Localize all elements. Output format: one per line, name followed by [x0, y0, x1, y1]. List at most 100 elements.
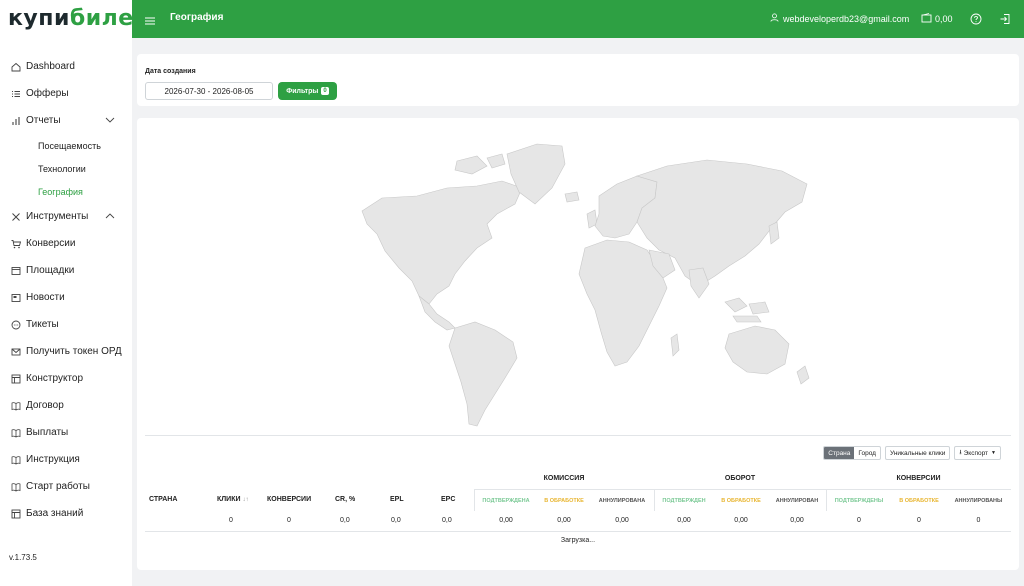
book-icon — [11, 455, 21, 465]
sidebar-item-payouts[interactable]: Выплаты — [0, 419, 132, 446]
total-epl: 0,0 — [391, 517, 401, 524]
sidebar-item-instruction[interactable]: Инструкция — [0, 446, 132, 473]
chevron-down-icon — [105, 116, 115, 127]
sidebar-item-label: Инструменты — [26, 211, 89, 222]
caret-down-icon: ▼ — [991, 450, 996, 456]
bar-chart-icon — [11, 116, 21, 126]
list-icon — [11, 89, 21, 99]
total-turnover-processing: 0,00 — [734, 517, 748, 524]
sidebar-item-tickets[interactable]: Тикеты — [0, 311, 132, 338]
sidebar-item-tools[interactable]: Инструменты — [0, 203, 132, 230]
world-map[interactable] — [337, 126, 817, 436]
help-icon[interactable] — [970, 12, 982, 30]
logo-part-1: купи — [8, 6, 70, 31]
total-turnover-confirmed: 0,00 — [677, 517, 691, 524]
col-commission-cancelled[interactable]: АННУЛИРОВАНА — [590, 498, 654, 504]
sidebar-item-dashboard[interactable]: Dashboard — [0, 53, 132, 80]
sidebar-item-label: Новости — [26, 292, 65, 303]
col-commission-processing[interactable]: В ОБРАБОТКЕ — [538, 498, 590, 504]
chevron-up-icon — [105, 212, 115, 223]
sidebar-item-ord-token[interactable]: Получить токен ОРД — [0, 338, 132, 365]
date-created-label: Дата создания — [145, 68, 196, 75]
mail-icon — [11, 347, 21, 357]
chat-icon — [11, 320, 21, 330]
sidebar-subitem-technologies[interactable]: Технологии — [0, 157, 132, 180]
total-commission-processing: 0,00 — [557, 517, 571, 524]
map-central-america — [418, 295, 456, 331]
group-by-city-button[interactable]: Город — [854, 447, 880, 459]
sidebar-item-contract[interactable]: Договор — [0, 392, 132, 419]
filter-panel: Дата создания 2026-07-30 - 2026-08-05 Фи… — [137, 54, 1019, 106]
sidebar-subitem-geography[interactable]: География — [0, 180, 132, 203]
sidebar-item-label: Выплаты — [26, 427, 69, 438]
newspaper-icon — [11, 293, 21, 303]
cart-icon — [11, 239, 21, 249]
col-clicks[interactable]: КЛИКИ ↓↑ — [217, 496, 248, 503]
sidebar-subitem-attendance[interactable]: Посещаемость — [0, 134, 132, 157]
sidebar-item-offers[interactable]: Офферы — [0, 80, 132, 107]
col-cr[interactable]: CR, % — [335, 496, 355, 503]
group-by-toggle: Страна Город — [823, 446, 881, 460]
total-turnover-cancelled: 0,00 — [790, 517, 804, 524]
group-by-country-button[interactable]: Страна — [824, 447, 855, 459]
sidebar-item-label: Старт работы — [26, 481, 90, 492]
sidebar-item-platforms[interactable]: Площадки — [0, 257, 132, 284]
group-conversions: КОНВЕРСИИ — [896, 475, 941, 482]
col-epc[interactable]: EPC — [441, 496, 455, 503]
col-epl[interactable]: EPL — [390, 496, 404, 503]
sidebar-item-news[interactable]: Новости — [0, 284, 132, 311]
balance[interactable]: 0,00 — [921, 13, 953, 25]
sidebar-item-reports[interactable]: Отчеты — [0, 107, 132, 134]
book-icon — [11, 428, 21, 438]
col-conversions[interactable]: КОНВЕРСИИ — [267, 496, 311, 503]
map-australia — [724, 325, 790, 375]
sidebar-item-label: Отчеты — [26, 115, 61, 126]
sidebar-item-label: Договор — [26, 400, 64, 411]
map-north-america — [361, 180, 523, 305]
filters-button-label: Фильтры — [286, 87, 319, 95]
col-turnover-cancelled[interactable]: АННУЛИРОВАН — [768, 498, 826, 504]
filters-count-badge: 0 — [321, 87, 329, 95]
date-range-input[interactable]: 2026-07-30 - 2026-08-05 — [145, 82, 273, 100]
layout-icon — [11, 374, 21, 384]
unique-clicks-button[interactable]: Уникальные клики — [884, 446, 951, 460]
logo[interactable]: купибилет — [8, 6, 147, 32]
top-header: География webdeveloperdb23@gmail.com 0,0… — [132, 0, 1024, 38]
total-commission-cancelled: 0,00 — [615, 517, 629, 524]
map-south-america — [448, 321, 518, 427]
group-commission: КОМИССИЯ — [543, 475, 585, 482]
home-icon — [11, 62, 21, 72]
menu-icon[interactable] — [145, 13, 155, 25]
sidebar-item-label: База знаний — [26, 508, 84, 519]
sidebar-item-start[interactable]: Старт работы — [0, 473, 132, 500]
book-icon — [11, 401, 21, 411]
user-account[interactable]: webdeveloperdb23@gmail.com — [770, 13, 909, 24]
col-commission-confirmed[interactable]: ПОДТВЕРЖДЕНА — [474, 498, 538, 504]
sidebar-item-label: Тикеты — [26, 319, 59, 330]
version-label: v.1.73.5 — [9, 553, 37, 562]
col-conv-cancelled[interactable]: АННУЛИРОВАНЫ — [946, 498, 1011, 504]
col-turnover-confirmed[interactable]: ПОДТВЕРЖДЕН — [654, 498, 714, 504]
col-conv-processing[interactable]: В ОБРАБОТКЕ — [892, 498, 946, 504]
logout-icon[interactable] — [999, 12, 1011, 30]
user-icon — [770, 13, 779, 24]
wallet-icon — [921, 13, 932, 25]
col-turnover-processing[interactable]: В ОБРАБОТКЕ — [714, 498, 768, 504]
filters-button[interactable]: Фильтры 0 — [278, 82, 337, 100]
total-clicks: 0 — [229, 517, 233, 524]
export-button[interactable]: ⭳ Экспорт ▼ — [954, 446, 1001, 460]
sidebar-item-constructor[interactable]: Конструктор — [0, 365, 132, 392]
sort-icon: ↓↑ — [242, 497, 249, 503]
col-conv-confirmed[interactable]: ПОДТВЕРЖДЕНЫ — [826, 498, 892, 504]
map-divider — [145, 435, 1011, 436]
balance-value: 0,00 — [935, 14, 953, 24]
sidebar-item-label: Инструкция — [26, 454, 80, 465]
col-country[interactable]: СТРАНА — [149, 496, 177, 503]
sidebar-item-conversions[interactable]: Конверсии — [0, 230, 132, 257]
total-commission-confirmed: 0,00 — [499, 517, 513, 524]
window-icon — [11, 266, 21, 276]
sidebar-item-knowledge-base[interactable]: База знаний — [0, 500, 132, 527]
total-epc: 0,0 — [442, 517, 452, 524]
sidebar-item-label: Конверсии — [26, 238, 76, 249]
layout-icon — [11, 509, 21, 519]
